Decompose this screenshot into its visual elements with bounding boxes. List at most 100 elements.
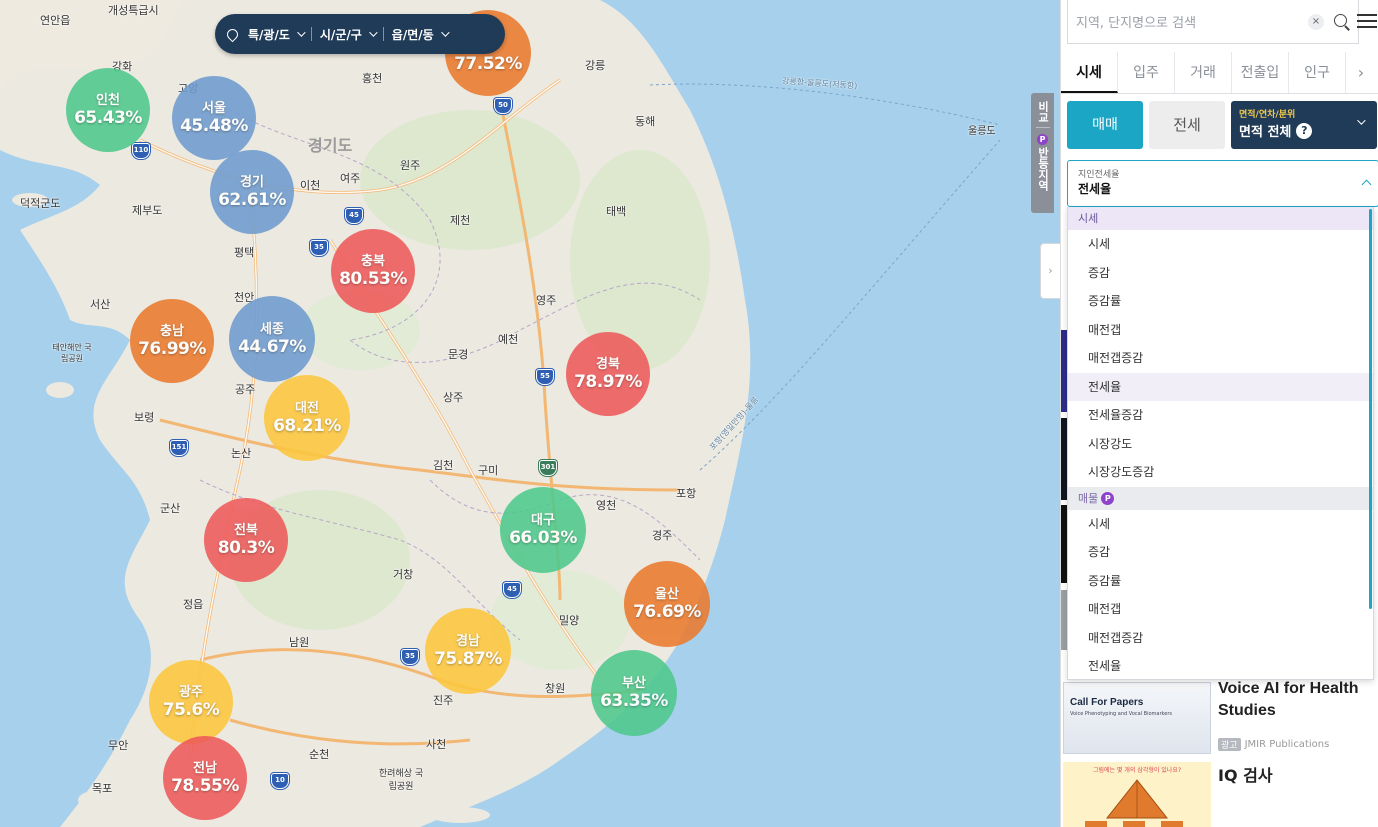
region-bubble-value: 65.43% bbox=[74, 107, 142, 128]
area-filter-button[interactable]: 면적/연차/분위 면적 전체 ? bbox=[1231, 101, 1377, 149]
flip-region-tab[interactable]: 반등지역 bbox=[1037, 147, 1050, 191]
dropdown-option[interactable]: 증감 bbox=[1068, 259, 1373, 288]
place-label: 개성특급시 bbox=[108, 4, 159, 17]
metric-select[interactable]: 지인전세율 전세율 bbox=[1067, 160, 1378, 207]
dropdown-option[interactable]: 전세율 bbox=[1068, 652, 1373, 681]
dropdown-scrollbar[interactable] bbox=[1369, 209, 1372, 609]
highway-shield: 10 bbox=[271, 773, 289, 789]
region-bubble-name: 세종 bbox=[260, 321, 284, 337]
region-bubble-value: 44.67% bbox=[238, 336, 306, 357]
sale-button[interactable]: 매매 bbox=[1067, 101, 1143, 149]
region-bubble[interactable]: 대전 68.21% bbox=[264, 375, 350, 461]
tab-price[interactable]: 시세 bbox=[1061, 52, 1118, 93]
divider bbox=[1035, 127, 1050, 128]
tab-migration[interactable]: 전출입 bbox=[1232, 52, 1289, 93]
region-bubble[interactable]: 충남 76.99% bbox=[130, 299, 214, 383]
dropdown-option-selected[interactable]: 전세율 bbox=[1068, 372, 1373, 401]
region-bubble[interactable]: 경북 78.97% bbox=[566, 332, 650, 416]
region-bubble[interactable]: 광주 75.6% bbox=[149, 660, 233, 744]
dropdown-option[interactable]: 증감 bbox=[1068, 538, 1373, 567]
metric-select-value: 전세율 bbox=[1078, 182, 1112, 196]
region-bubble[interactable]: 울산 76.69% bbox=[624, 561, 710, 647]
metric-dropdown: 시세 시세 증감 증감률 매전갭 매전갭증감 전세율 전세율증감 시장강도 시장… bbox=[1067, 207, 1374, 680]
town-select[interactable]: 읍/면/동 bbox=[391, 26, 450, 43]
region-bubble[interactable]: 서울 45.48% bbox=[172, 76, 256, 160]
hamburger-menu-icon[interactable] bbox=[1357, 10, 1378, 32]
region-bubble[interactable]: 전북 80.3% bbox=[204, 498, 288, 582]
map[interactable]: 연안읍 개성특급시 강화 고양 홍천 강릉 동해 원주 이천 여주 경기도 제천… bbox=[0, 0, 1060, 827]
tabs-next-arrow[interactable]: › bbox=[1346, 52, 1376, 93]
jeonse-button[interactable]: 전세 bbox=[1149, 101, 1225, 149]
region-bubble[interactable]: 경기 62.61% bbox=[210, 150, 294, 234]
highway-shield: 45 bbox=[503, 582, 521, 598]
place-label: 연안읍 bbox=[40, 14, 71, 27]
region-bubble[interactable]: 부산 63.35% bbox=[591, 650, 677, 736]
region-bubble-name: 대구 bbox=[531, 512, 555, 528]
town-select-label: 읍/면/동 bbox=[391, 27, 434, 42]
region-bubble[interactable]: 인천 65.43% bbox=[66, 68, 150, 152]
compare-tab[interactable]: 비교 bbox=[1037, 101, 1050, 123]
province-select-label: 특/광/도 bbox=[248, 27, 290, 42]
region-bubble[interactable]: 경남 75.87% bbox=[425, 608, 511, 694]
dropdown-option[interactable]: 매전갭증감 bbox=[1068, 344, 1373, 373]
region-bubble[interactable]: 세종 44.67% bbox=[229, 296, 315, 382]
place-label: 영주 bbox=[536, 294, 557, 307]
region-bubble-value: 76.69% bbox=[633, 601, 701, 622]
ad-advertiser: JMIR Publications bbox=[1244, 739, 1330, 750]
trade-type-row: 매매 전세 면적/연차/분위 면적 전체 ? bbox=[1067, 101, 1378, 149]
place-label: 제부도 bbox=[132, 204, 163, 217]
dropdown-option[interactable]: 시세 bbox=[1068, 230, 1373, 259]
place-label: 김천 bbox=[433, 459, 454, 472]
ad-card[interactable]: Call For Papers Voice Phenotyping and Vo… bbox=[1061, 680, 1378, 760]
province-select[interactable]: 특/광/도 bbox=[224, 26, 306, 43]
place-label: 보령 bbox=[134, 411, 155, 424]
place-label: 강릉 bbox=[585, 59, 606, 72]
tab-transactions[interactable]: 거래 bbox=[1175, 52, 1232, 93]
place-label: 창원 bbox=[545, 682, 566, 695]
region-bubble-value: 77.52% bbox=[454, 54, 522, 74]
region-bubble-name: 부산 bbox=[622, 675, 646, 691]
ad-image: Call For Papers Voice Phenotyping and Vo… bbox=[1063, 682, 1211, 754]
dropdown-option[interactable]: 시세 bbox=[1068, 510, 1373, 539]
dropdown-option[interactable]: 증감률 bbox=[1068, 287, 1373, 316]
region-bubble-name: 충남 bbox=[160, 323, 184, 339]
place-label: 군산 bbox=[160, 502, 181, 515]
ad-card[interactable]: 그림에는 몇 개의 삼각형이 있나요? IQ 검사 bbox=[1061, 760, 1378, 827]
clear-icon[interactable]: × bbox=[1308, 13, 1324, 30]
dropdown-option[interactable]: 시장강도증감 bbox=[1068, 458, 1373, 487]
region-bubble-name: 대전 bbox=[295, 400, 319, 416]
place-label: 원주 bbox=[400, 159, 421, 172]
highway-shield: 35 bbox=[401, 649, 419, 665]
place-label: 상주 bbox=[443, 391, 464, 404]
chevron-down-icon bbox=[297, 28, 306, 37]
dropdown-option[interactable]: 시장강도 bbox=[1068, 430, 1373, 459]
category-tabs: 시세 입주 거래 전출입 인구 › bbox=[1061, 52, 1378, 94]
ad-title[interactable]: Voice AI for Health Studies bbox=[1218, 678, 1378, 722]
dropdown-option[interactable]: 매전갭 bbox=[1068, 316, 1373, 345]
dropdown-option[interactable]: 매전갭 bbox=[1068, 595, 1373, 624]
dropdown-option[interactable]: 전세율증감 bbox=[1068, 401, 1373, 430]
search-bar: 지역, 단지명으로 검색 × bbox=[1067, 0, 1359, 44]
region-bubble-value: 45.48% bbox=[180, 115, 248, 136]
place-label: 포항 bbox=[676, 487, 697, 500]
dropdown-option[interactable]: 매전갭증감 bbox=[1068, 624, 1373, 653]
collapse-panel-button[interactable]: › bbox=[1040, 243, 1060, 299]
help-icon[interactable]: ? bbox=[1296, 122, 1313, 139]
region-bubble[interactable]: 전남 78.55% bbox=[163, 736, 247, 820]
region-bubble-name: 광주 bbox=[179, 684, 203, 700]
region-bubble-name: 경북 bbox=[596, 356, 620, 372]
place-label: 제천 bbox=[450, 214, 471, 227]
city-select[interactable]: 시/군/구 bbox=[320, 26, 378, 43]
triangle-icon bbox=[1085, 779, 1183, 827]
search-input[interactable]: 지역, 단지명으로 검색 bbox=[1076, 12, 1308, 31]
tab-population[interactable]: 인구 bbox=[1289, 52, 1346, 93]
region-bubble[interactable]: 대구 66.03% bbox=[500, 487, 586, 573]
region-bubble[interactable]: 충북 80.53% bbox=[331, 229, 415, 313]
highway-shield: 110 bbox=[132, 143, 150, 159]
ad-title[interactable]: IQ 검사 bbox=[1218, 762, 1273, 786]
search-icon[interactable] bbox=[1334, 13, 1350, 30]
place-label: 여주 bbox=[340, 172, 361, 185]
dropdown-option[interactable]: 증감률 bbox=[1068, 567, 1373, 596]
region-watermark: 경기도 bbox=[308, 136, 353, 155]
tab-move-in[interactable]: 입주 bbox=[1118, 52, 1175, 93]
